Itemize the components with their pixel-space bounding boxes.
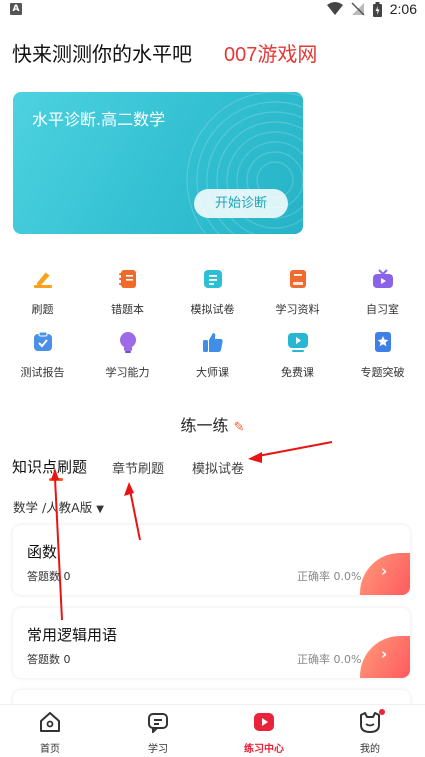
grid-label: 错题本 [111,303,144,316]
grid-label: 自习室 [366,303,399,316]
nav-label: 首页 [40,744,60,755]
practice-icon [253,711,275,733]
bottom-nav: 首页 学习 练习中心 我的 [0,704,425,757]
nav-label: 学习 [148,744,168,755]
page-title: 快来测测你的水平吧 [12,42,192,66]
grid-item-practice[interactable]: 刷题 [0,268,85,317]
thumbs-up-icon [202,331,224,353]
report-check-icon [32,331,54,353]
accuracy-rate: 正确率 0.0% [297,570,362,583]
star-bookmark-icon [372,331,394,353]
grid-label: 学习资料 [275,303,320,316]
book-icon [287,268,309,290]
status-bar: A 2:06 [0,0,425,20]
answer-count: 答题数 0 [27,653,71,666]
topic-card[interactable]: 常用逻辑用语 答题数 0 正确率 0.0% › [13,608,410,678]
grid-label: 免费课 [281,366,314,379]
banner-title: 水平诊断.高二数学 [32,110,166,129]
nav-label: 我的 [360,744,380,755]
start-diagnosis-button[interactable]: 开始诊断 [194,189,288,218]
topic-card[interactable]: 函数 答题数 0 正确率 0.0% › [13,525,410,595]
accuracy-rate: 正确率 0.0% [297,653,362,666]
play-screen-icon [287,331,309,353]
grid-item-materials[interactable]: 学习资料 [255,268,340,317]
tab-mock-exam[interactable]: 模拟试卷 [192,458,244,477]
section-title: 练一练 ✎ [0,412,425,436]
active-tab-indicator [49,478,63,481]
nav-label: 练习中心 [244,744,284,755]
home-icon [39,711,61,733]
pencil-icon [32,268,54,290]
chevron-right-icon[interactable]: › [360,636,410,678]
tab-chapters[interactable]: 章节刷题 [112,458,164,477]
card-title: 常用逻辑用语 [27,626,118,644]
grid-item-test-report[interactable]: 测试报告 [0,331,85,380]
grid-label: 学习能力 [105,366,150,379]
caret-down-icon: ▼ [96,504,104,515]
grid-item-study-room[interactable]: 自习室 [340,268,425,317]
wifi-icon [326,2,343,15]
notification-a-icon: A [10,3,22,15]
edit-pencil-icon: ✎ [233,420,245,435]
card-title: 函数 [27,543,58,561]
grid-label: 大师课 [196,366,229,379]
grid-label: 测试报告 [20,366,65,379]
grid-label: 模拟试卷 [190,303,235,316]
subject-filter-label: 数学 /人教A版 [13,500,93,515]
diagnosis-banner[interactable]: 水平诊断.高二数学 开始诊断 [13,92,303,234]
lightbulb-icon [117,331,139,353]
section-title-text: 练一练 [180,416,229,435]
nav-home[interactable]: 首页 [20,711,80,755]
profile-icon [359,709,385,733]
answer-count: 答题数 0 [27,570,71,583]
subject-filter-dropdown[interactable]: 数学 /人教A版 ▼ [13,497,104,516]
notebook-icon [117,268,139,290]
grid-item-topic-breakthrough[interactable]: 专题突破 [340,331,425,380]
grid-item-mock-exam[interactable]: 模拟试卷 [170,268,255,317]
no-signal-icon [351,2,365,16]
grid-item-free-course[interactable]: 免费课 [255,331,340,380]
tab-knowledge-points[interactable]: 知识点刷题 [12,456,87,477]
exam-paper-icon [202,268,224,290]
grid-item-learning-ability[interactable]: 学习能力 [85,331,170,380]
watermark-text: 007游戏网 [224,44,318,66]
grid-item-master-class[interactable]: 大师课 [170,331,255,380]
tv-icon [372,268,394,290]
status-time: 2:06 [389,1,417,17]
chevron-right-icon[interactable]: › [360,553,410,595]
nav-study[interactable]: 学习 [128,711,188,755]
nav-practice-center[interactable]: 练习中心 [234,711,294,755]
grid-item-mistakes[interactable]: 错题本 [85,268,170,317]
grid-label: 专题突破 [360,366,405,379]
study-icon [147,711,169,735]
nav-profile[interactable]: 我的 [340,709,400,755]
grid-label: 刷题 [31,303,54,316]
notification-dot [379,709,385,715]
battery-icon [372,1,382,17]
